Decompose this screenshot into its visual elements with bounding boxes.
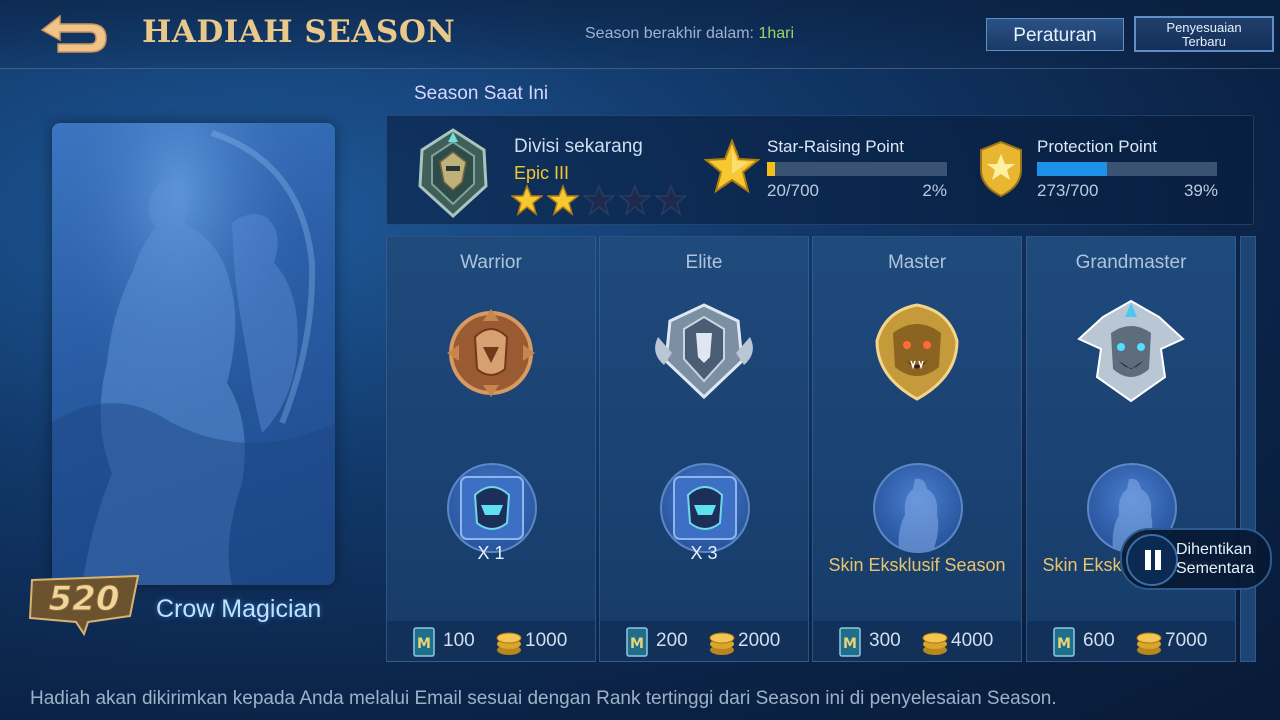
ticket-amount: 100: [443, 630, 475, 651]
skin-series-logo: 520: [26, 572, 144, 637]
current-season-label: Season Saat Ini: [414, 83, 549, 104]
star-empty-icon: [619, 184, 651, 216]
gold-coins-icon: [496, 632, 522, 655]
paused-line1: Dihentikan: [1176, 541, 1252, 558]
reward-quantity: X 3: [690, 543, 718, 563]
latest-adjustment-button[interactable]: Penyesuaian Terbaru: [1134, 16, 1274, 52]
svg-text:M: M: [417, 636, 431, 652]
tier-card-elite[interactable]: Elite X 3 M 200 2000: [599, 236, 809, 662]
back-arrow-icon: [40, 14, 107, 53]
skin-portrait[interactable]: [52, 123, 335, 585]
coin-amount: 7000: [1165, 630, 1208, 651]
reward-skin-caption: Skin Eksklusif Season: [828, 555, 1006, 575]
reward-skin-icon: [873, 463, 963, 553]
tier-currency-row: M 600 7000: [1027, 621, 1235, 661]
back-button[interactable]: [32, 10, 112, 56]
gold-coins-icon: [922, 632, 948, 655]
ticket-icon: M: [1053, 627, 1075, 657]
star-raising-bar: [767, 162, 947, 176]
rank-stars: [511, 184, 687, 216]
tier-name: Grandmaster: [1075, 252, 1187, 273]
star-raising-value: 20/700: [767, 181, 819, 200]
adjust-label-line1: Penyesuaian: [1166, 20, 1242, 35]
tier-card-master[interactable]: Master Skin Eksklusif Season M 300 4000: [812, 236, 1022, 662]
coin-amount: 4000: [951, 630, 994, 651]
svg-text:M: M: [1057, 636, 1071, 652]
tier-name: Master: [887, 252, 947, 273]
star-raising-bar-fill: [767, 162, 775, 176]
season-end-days: 1hari: [758, 25, 795, 42]
reward-fragment-icon: [660, 463, 750, 553]
rules-button[interactable]: Peraturan: [986, 18, 1124, 51]
ticket-amount: 300: [869, 630, 901, 651]
tier-name: Warrior: [460, 252, 522, 273]
season-end-label: Season berakhir dalam:: [585, 25, 759, 42]
hero-silhouette-image: [52, 123, 335, 585]
ticket-amount: 200: [656, 630, 688, 651]
tier-currency-row: M 200 2000: [600, 621, 808, 661]
star-filled-icon: [511, 184, 543, 216]
tier-card-grandmaster[interactable]: Grandmaster Skin Eksklusif Season M 600 …: [1026, 236, 1236, 662]
star-raising-label: Star-Raising Point: [767, 137, 905, 156]
ticket-icon: M: [626, 627, 648, 657]
svg-text:M: M: [630, 636, 644, 652]
season-end-text: Season berakhir dalam: 1hari: [585, 25, 794, 43]
grandmaster-emblem-icon: [1071, 297, 1191, 407]
ticket-icon: M: [839, 627, 861, 657]
gold-coins-icon: [1136, 632, 1162, 655]
star-raising-percent: 2%: [922, 181, 947, 200]
coin-amount: 1000: [525, 630, 568, 651]
paused-label: Dihentikan Sementara: [1176, 540, 1254, 578]
paused-line2: Sementara: [1176, 560, 1255, 577]
page-title: HADIAH SEASON: [142, 14, 456, 50]
master-emblem-icon: [857, 297, 977, 407]
footer-note: Hadiah akan dikirimkan kepada Anda melal…: [30, 688, 1057, 709]
protection-label: Protection Point: [1037, 137, 1158, 156]
division-label: Divisi sekarang: [514, 136, 643, 157]
gold-coins-icon: [709, 632, 735, 655]
protection-percent: 39%: [1183, 181, 1218, 200]
star-empty-icon: [655, 184, 687, 216]
division-value: Epic III: [514, 163, 570, 183]
protection-shield-icon: [977, 140, 1025, 198]
tier-currency-row: M 100 1000: [387, 621, 595, 661]
star-filled-icon: [547, 184, 579, 216]
coin-amount: 2000: [738, 630, 781, 651]
star-empty-icon: [583, 184, 615, 216]
tier-card-warrior[interactable]: Warrior X 1 M 100 1000: [386, 236, 596, 662]
skin-logo-text: 520: [49, 579, 120, 619]
elite-emblem-icon: [644, 297, 764, 407]
tier-currency-row: M 300 4000: [813, 621, 1021, 661]
svg-text:M: M: [843, 636, 857, 652]
tier-name: Elite: [685, 252, 723, 273]
tier-card-next-partial[interactable]: [1240, 236, 1256, 662]
reward-fragment-icon: [447, 463, 537, 553]
protection-bar-fill: [1037, 162, 1108, 176]
protection-bar: [1037, 162, 1217, 176]
warrior-emblem-icon: [431, 297, 551, 407]
ticket-amount: 600: [1083, 630, 1115, 651]
header-bar: HADIAH SEASON Season berakhir dalam: 1ha…: [0, 0, 1280, 69]
protection-value: 273/700: [1037, 181, 1099, 200]
pause-icon[interactable]: [1126, 534, 1178, 586]
skin-name: Crow Magician: [156, 595, 322, 623]
ticket-icon: M: [413, 627, 435, 657]
adjust-label-line2: Terbaru: [1181, 34, 1227, 49]
star-raising-icon: [703, 138, 761, 196]
reward-quantity: X 1: [477, 543, 505, 563]
epic-rank-emblem-icon: [412, 128, 494, 219]
paused-indicator[interactable]: Dihentikan Sementara: [1120, 528, 1272, 590]
